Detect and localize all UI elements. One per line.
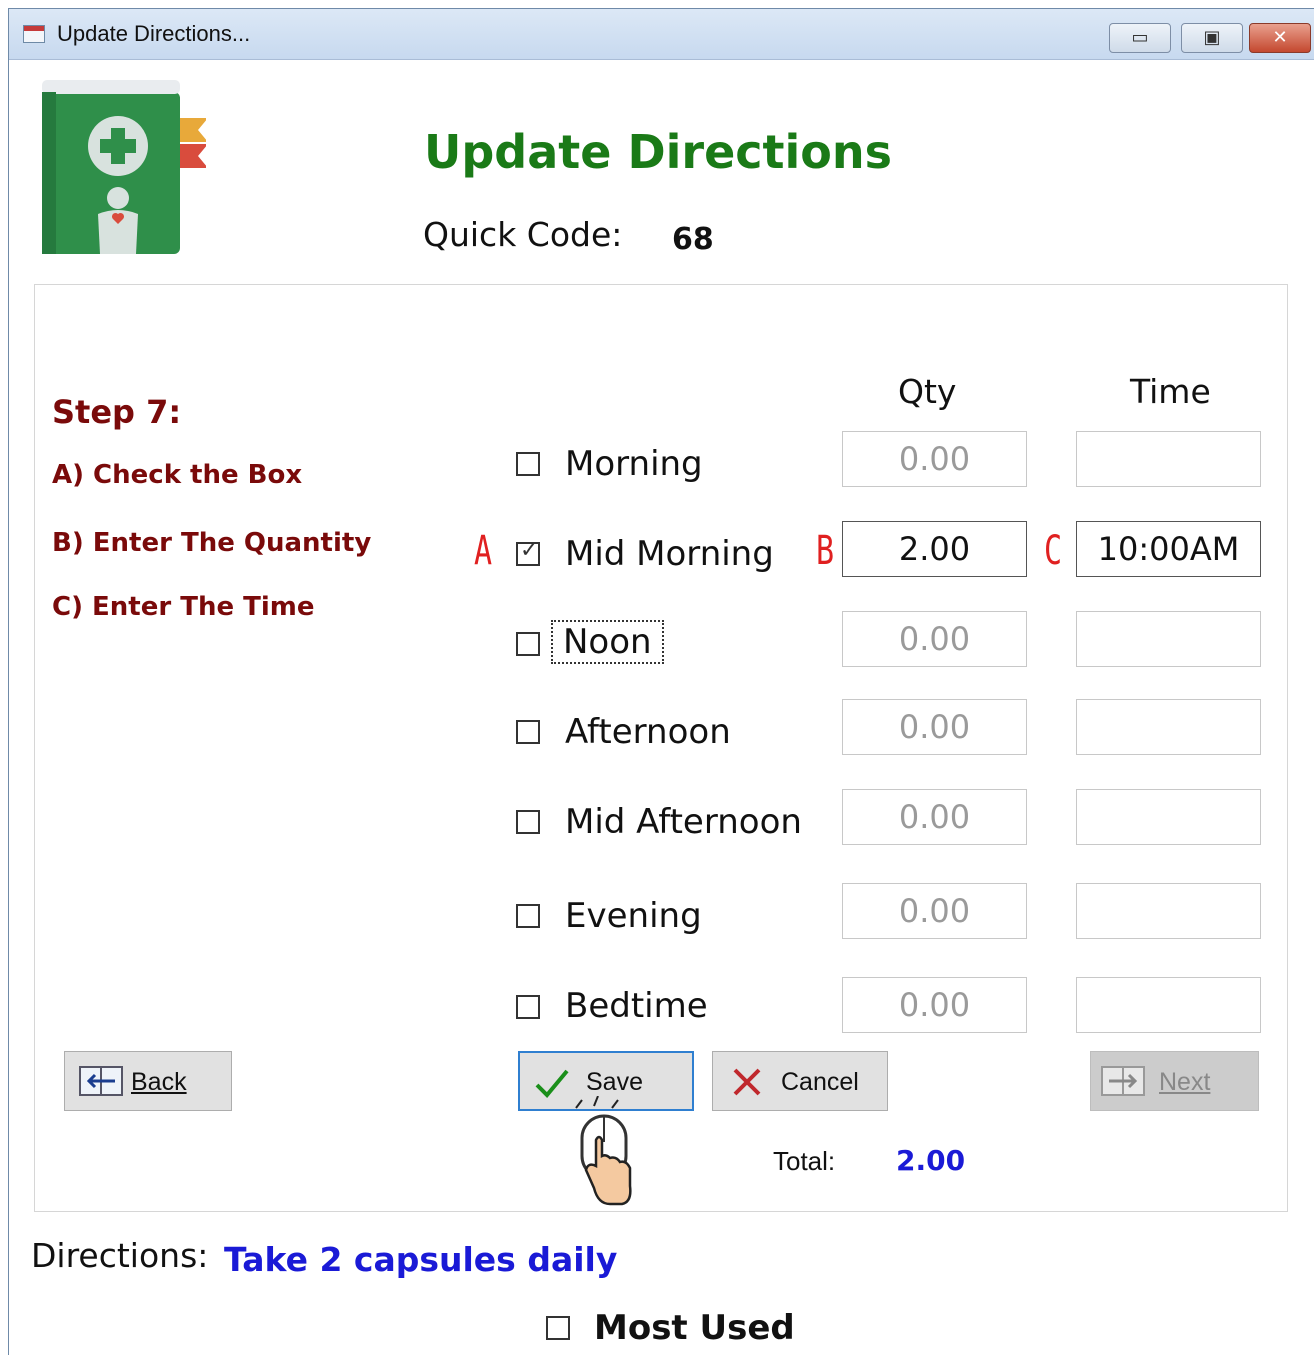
- mid-morning-time-input[interactable]: 10:00AM: [1076, 521, 1261, 577]
- time-column-header: Time: [1130, 372, 1211, 411]
- morning-checkbox[interactable]: [516, 452, 540, 476]
- cancel-button[interactable]: Cancel: [712, 1051, 888, 1111]
- directions-value: Take 2 capsules daily: [224, 1240, 618, 1279]
- noon-time-input[interactable]: [1076, 611, 1261, 667]
- bedtime-checkbox[interactable]: [516, 995, 540, 1019]
- mid-afternoon-checkbox[interactable]: [516, 810, 540, 834]
- step-heading: Step 7:: [52, 393, 182, 431]
- mid-afternoon-qty-input[interactable]: 0.00: [842, 789, 1027, 845]
- marker-b: B: [816, 528, 835, 574]
- medical-book-icon: [42, 80, 206, 254]
- afternoon-label[interactable]: Afternoon: [565, 712, 731, 752]
- maximize-button[interactable]: ▣: [1181, 23, 1243, 53]
- cancel-x-icon: [733, 1068, 761, 1096]
- morning-time-input[interactable]: [1076, 431, 1261, 487]
- window-title: Update Directions...: [57, 21, 251, 46]
- afternoon-checkbox[interactable]: [516, 720, 540, 744]
- afternoon-time-input[interactable]: [1076, 699, 1261, 755]
- noon-label[interactable]: Noon: [551, 620, 664, 664]
- instruction-b: B) Enter The Quantity: [52, 528, 372, 558]
- evening-qty-input[interactable]: 0.00: [842, 883, 1027, 939]
- click-cursor-icon: [575, 1096, 632, 1206]
- page-title: Update Directions: [424, 125, 893, 179]
- instruction-a: A) Check the Box: [52, 460, 303, 490]
- bedtime-time-input[interactable]: [1076, 977, 1261, 1033]
- cancel-label: Cancel: [781, 1068, 859, 1096]
- mid-morning-label[interactable]: Mid Morning: [565, 534, 774, 574]
- noon-qty-input[interactable]: 0.00: [842, 611, 1027, 667]
- total-label: Total:: [773, 1146, 836, 1176]
- bedtime-qty-input[interactable]: 0.00: [842, 977, 1027, 1033]
- checkmark-icon: [535, 1069, 569, 1098]
- instruction-c: C) Enter The Time: [52, 592, 315, 622]
- next-button[interactable]: Next: [1090, 1051, 1259, 1111]
- total-value: 2.00: [896, 1144, 966, 1177]
- morning-label[interactable]: Morning: [565, 444, 703, 484]
- mid-morning-checkbox[interactable]: [516, 538, 540, 566]
- quick-code-value: 68: [672, 222, 714, 257]
- most-used-label[interactable]: Most Used: [594, 1308, 795, 1348]
- evening-checkbox[interactable]: [516, 904, 540, 928]
- marker-c: C: [1044, 528, 1063, 574]
- morning-qty-input[interactable]: 0.00: [842, 431, 1027, 487]
- back-label: Back: [131, 1068, 187, 1096]
- next-arrow-icon: [1101, 1066, 1145, 1096]
- directions-label: Directions:: [31, 1236, 209, 1275]
- close-icon: ✕: [1272, 27, 1288, 48]
- maximize-icon: ▣: [1203, 27, 1221, 48]
- mid-afternoon-label[interactable]: Mid Afternoon: [565, 802, 802, 842]
- mid-afternoon-time-input[interactable]: [1076, 789, 1261, 845]
- close-button[interactable]: ✕: [1249, 23, 1311, 53]
- evening-label[interactable]: Evening: [565, 896, 702, 936]
- app-window-icon: [23, 25, 45, 43]
- noon-checkbox[interactable]: [516, 632, 540, 656]
- marker-a: A: [474, 528, 493, 574]
- title-bar[interactable]: Update Directions... ▭ ▣ ✕: [9, 9, 1314, 60]
- quick-code-label: Quick Code:: [423, 215, 623, 254]
- afternoon-qty-input[interactable]: 0.00: [842, 699, 1027, 755]
- minimize-icon: ▭: [1131, 27, 1149, 48]
- back-button[interactable]: Back: [64, 1051, 232, 1111]
- most-used-checkbox[interactable]: [546, 1316, 570, 1340]
- qty-column-header: Qty: [898, 372, 957, 411]
- back-arrow-icon: [79, 1066, 123, 1096]
- mid-morning-qty-input[interactable]: 2.00: [842, 521, 1027, 577]
- minimize-button[interactable]: ▭: [1109, 23, 1171, 53]
- next-label: Next: [1159, 1068, 1211, 1096]
- bedtime-label[interactable]: Bedtime: [565, 986, 708, 1026]
- evening-time-input[interactable]: [1076, 883, 1261, 939]
- save-label: Save: [586, 1068, 643, 1096]
